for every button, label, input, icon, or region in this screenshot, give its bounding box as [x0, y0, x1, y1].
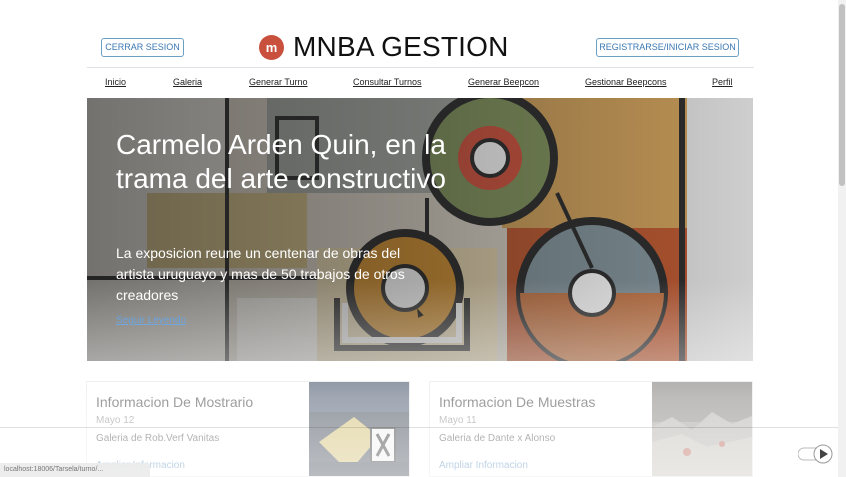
nav-item-galeria[interactable]: Galeria	[173, 77, 202, 87]
page: CERRAR SESION m MNBA GESTION REGISTRARSE…	[0, 0, 846, 477]
logout-button[interactable]: CERRAR SESION	[101, 38, 184, 57]
card-date: Mayo 12	[96, 415, 135, 426]
card-artwork-image	[309, 382, 409, 476]
expand-info-link[interactable]: Ampliar Informacion	[439, 460, 528, 471]
hero-description: La exposicion reune un centenar de obras…	[116, 245, 405, 303]
nav-item-inicio[interactable]: Inicio	[105, 77, 126, 87]
scrollbar[interactable]	[838, 0, 846, 477]
card-description: Galeria de Dante x Alonso	[439, 433, 556, 444]
card-title: Informacion De Muestras	[439, 394, 596, 410]
info-card-muestras: Informacion De Muestras Mayo 11 Galeria …	[429, 381, 753, 477]
play-toggle-icon[interactable]	[798, 444, 834, 464]
nav-item-generar-beepcon[interactable]: Generar Beepcon	[468, 77, 539, 87]
nav-item-consultar-turnos[interactable]: Consultar Turnos	[353, 77, 422, 87]
read-more-link[interactable]: Seguir Leyendo	[116, 315, 186, 326]
video-progress-track[interactable]	[0, 427, 846, 428]
card-title: Informacion De Mostrario	[96, 394, 254, 410]
museum-logo-icon: m	[259, 34, 284, 60]
site-header: CERRAR SESION m MNBA GESTION REGISTRARSE…	[87, 30, 754, 68]
browser-status-bar: localhost:18006/Tarsela/turno/...	[0, 463, 150, 477]
nav-item-gestionar-beepcons[interactable]: Gestionar Beepcons	[585, 77, 667, 87]
card-artwork-image	[652, 382, 752, 476]
hero-carousel[interactable]: Carmelo Arden Quin, en la trama del arte…	[87, 98, 753, 361]
register-login-button[interactable]: REGISTRARSE/INICIAR SESION	[596, 38, 739, 57]
main-nav: Inicio Galeria Generar Turno Consultar T…	[87, 69, 754, 97]
scrollbar-thumb[interactable]	[839, 4, 845, 186]
brand-title: MNBA GESTION	[293, 31, 509, 62]
nav-item-generar-turno[interactable]: Generar Turno	[249, 77, 308, 87]
hero-title: Carmelo Arden Quin, en la trama del arte…	[116, 129, 446, 194]
brand[interactable]: m MNBA GESTION	[259, 31, 509, 63]
nav-item-perfil[interactable]: Perfil	[712, 77, 733, 87]
card-description: Galeria de Rob.Verf Vanitas	[96, 433, 220, 444]
card-date: Mayo 11	[439, 415, 477, 426]
